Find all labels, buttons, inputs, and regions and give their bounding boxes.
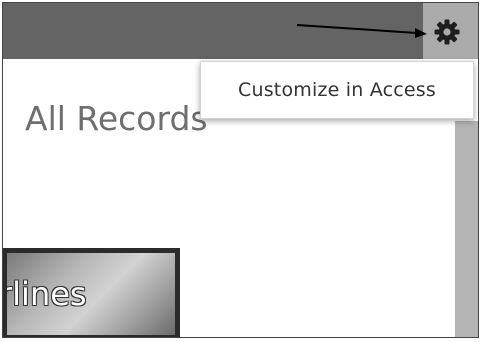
top-bar-dark-region [3, 3, 423, 59]
settings-button[interactable] [432, 17, 462, 47]
menu-item-customize-in-access[interactable]: Customize in Access [238, 79, 436, 101]
settings-dropdown-menu: Customize in Access [200, 61, 474, 119]
banner-text: rlines [7, 275, 87, 313]
scrollbar-thumb[interactable] [455, 121, 478, 337]
app-window: All Records rlines Customize in Access [2, 2, 479, 338]
banner-background: rlines [7, 253, 175, 335]
banner-image: rlines [3, 248, 180, 337]
page-title: All Records [25, 99, 208, 138]
top-bar [3, 3, 478, 59]
gear-icon [434, 19, 460, 45]
